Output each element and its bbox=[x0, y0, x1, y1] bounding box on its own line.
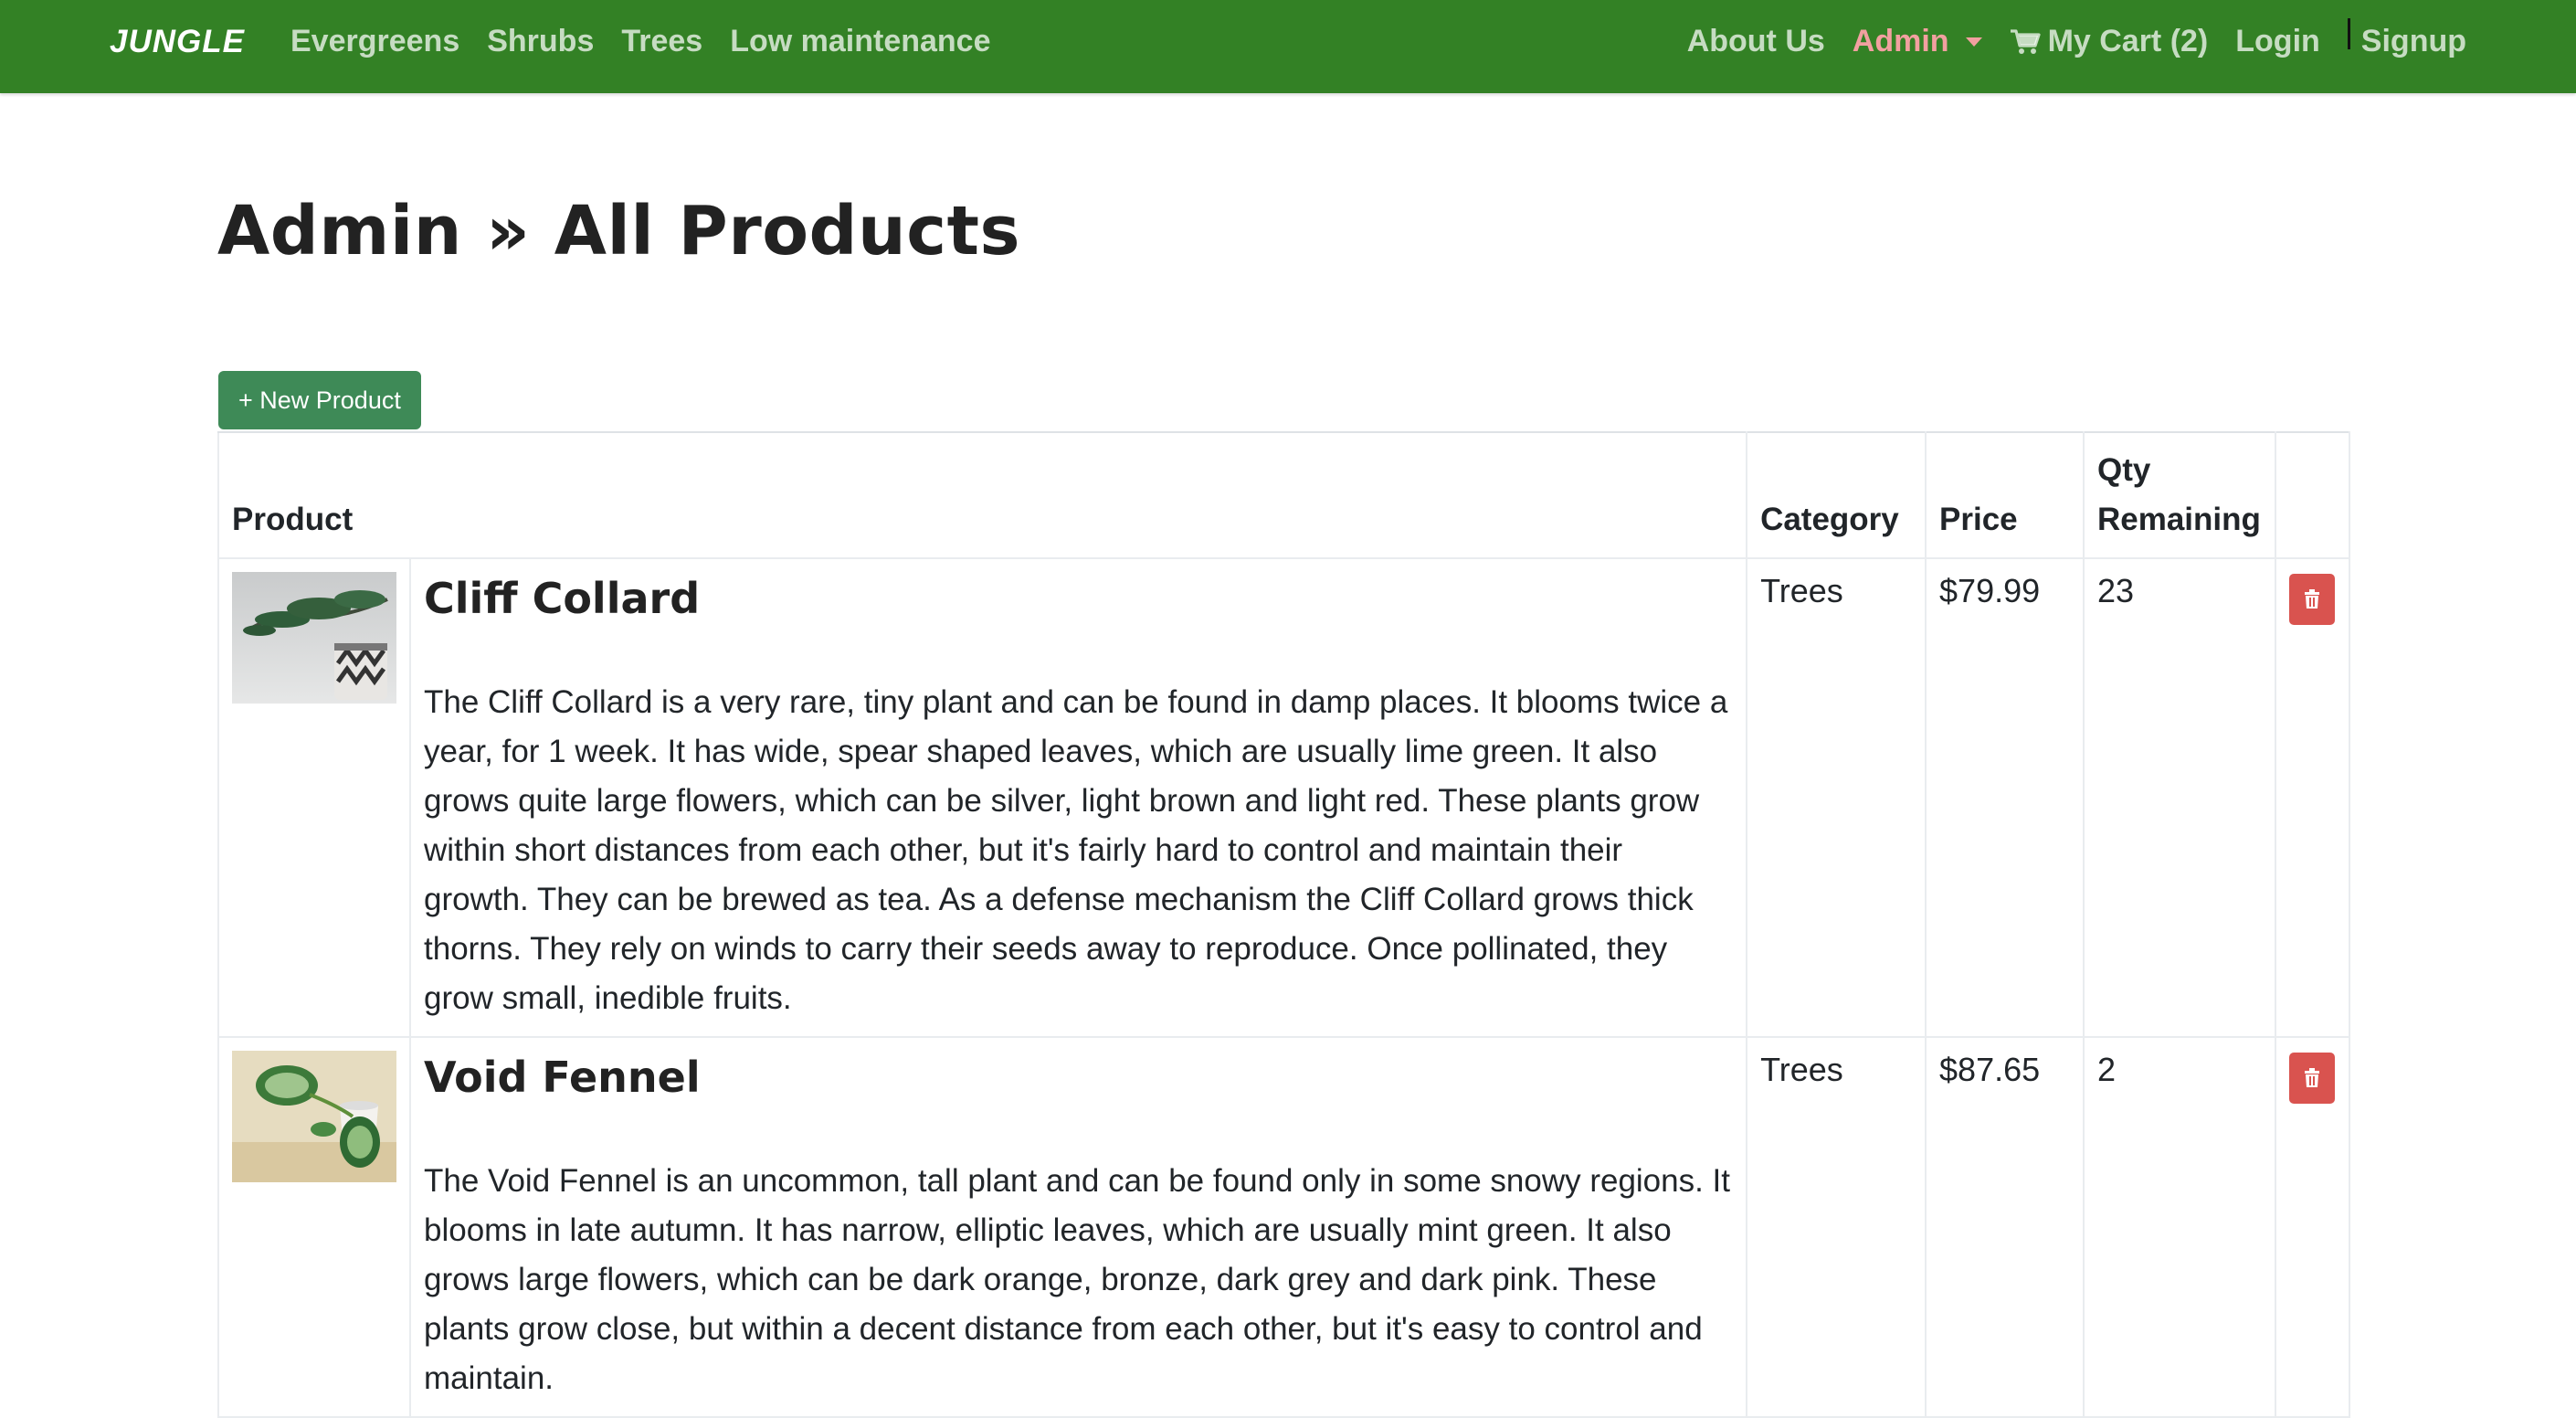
variegated-leaves-cup-image bbox=[232, 1051, 396, 1182]
header-qty-remaining: Qty Remaining bbox=[2082, 431, 2276, 559]
product-qty: 2 bbox=[2082, 1036, 2276, 1418]
table-row: Cliff Collard The Cliff Collard is a ver… bbox=[217, 557, 2351, 1038]
nav-link-trees[interactable]: Trees bbox=[621, 24, 702, 59]
product-info-cell: Void Fennel The Void Fennel is an uncomm… bbox=[408, 1036, 1748, 1418]
bonsai-pot-image bbox=[232, 572, 396, 704]
product-qty: 23 bbox=[2082, 557, 2276, 1038]
nav-link-low-maintenance[interactable]: Low maintenance bbox=[730, 24, 990, 59]
product-actions-cell bbox=[2274, 1036, 2351, 1418]
nav-link-evergreens[interactable]: Evergreens bbox=[290, 24, 459, 59]
product-image-cell bbox=[217, 1036, 411, 1418]
header-product: Product bbox=[216, 431, 1748, 559]
delete-product-button[interactable] bbox=[2288, 1053, 2335, 1104]
top-navbar: JUNGLE Evergreens Shrubs Trees Low maint… bbox=[0, 0, 2576, 93]
shopping-cart-icon bbox=[2010, 28, 2041, 54]
products-table: Product Category Price Qty Remaining Cli… bbox=[216, 431, 2351, 1418]
product-category: Trees bbox=[1746, 557, 1927, 1038]
product-actions-cell bbox=[2274, 557, 2351, 1038]
header-category: Category bbox=[1746, 431, 1927, 559]
nav-link-cart[interactable]: My Cart (2) bbox=[2010, 24, 2209, 59]
product-image-cell bbox=[217, 557, 411, 1038]
product-category: Trees bbox=[1746, 1036, 1927, 1418]
nav-link-login[interactable]: Login bbox=[2235, 24, 2320, 59]
nav-link-signup[interactable]: Signup bbox=[2361, 24, 2466, 59]
trash-icon bbox=[2304, 589, 2319, 608]
brand-logo[interactable]: JUNGLE bbox=[110, 24, 245, 60]
page-title: Admin » All Products bbox=[217, 192, 1020, 270]
cart-label: My Cart (2) bbox=[2047, 24, 2209, 58]
table-row: Void Fennel The Void Fennel is an uncomm… bbox=[217, 1036, 2351, 1418]
navbar-inner: JUNGLE Evergreens Shrubs Trees Low maint… bbox=[110, 0, 2466, 93]
admin-dropdown-label: Admin bbox=[1852, 24, 1949, 58]
nav-link-about-us[interactable]: About Us bbox=[1687, 24, 1825, 59]
new-product-button[interactable]: + New Product bbox=[218, 371, 421, 429]
table-header-row: Product Category Price Qty Remaining bbox=[216, 431, 2351, 559]
nav-divider bbox=[2347, 17, 2350, 49]
product-name: Cliff Collard bbox=[424, 574, 701, 623]
nav-link-shrubs[interactable]: Shrubs bbox=[487, 24, 594, 59]
header-price: Price bbox=[1925, 431, 2085, 559]
header-actions bbox=[2274, 431, 2351, 559]
delete-product-button[interactable] bbox=[2288, 574, 2335, 625]
product-description: The Cliff Collard is a very rare, tiny p… bbox=[424, 684, 1728, 1016]
category-nav: Evergreens Shrubs Trees Low maintenance bbox=[290, 24, 991, 59]
product-info-cell: Cliff Collard The Cliff Collard is a ver… bbox=[408, 557, 1748, 1038]
caret-down-icon bbox=[1965, 37, 1982, 47]
product-price: $79.99 bbox=[1925, 557, 2085, 1038]
product-price: $87.65 bbox=[1925, 1036, 2085, 1418]
admin-dropdown[interactable]: Admin bbox=[1853, 24, 1982, 59]
product-name: Void Fennel bbox=[424, 1053, 701, 1102]
product-description: The Void Fennel is an uncommon, tall pla… bbox=[424, 1163, 1731, 1396]
trash-icon bbox=[2304, 1068, 2319, 1087]
account-nav: About Us Admin My Cart (2) Login Signup bbox=[1687, 17, 2466, 59]
